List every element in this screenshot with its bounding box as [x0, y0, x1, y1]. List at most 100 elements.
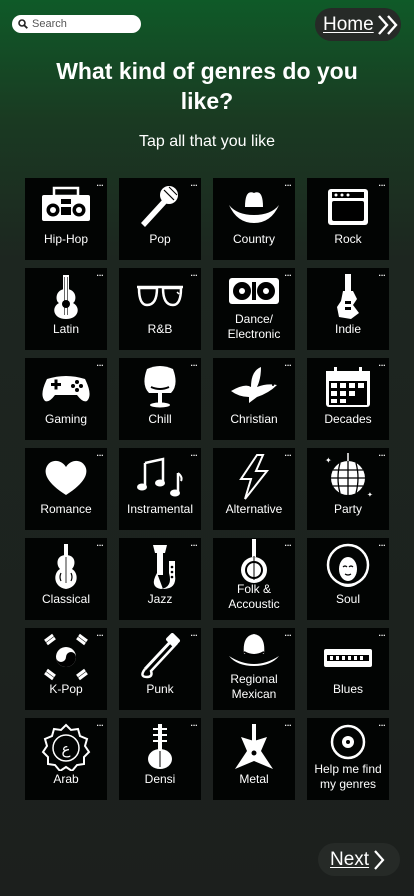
genre-tile-arab[interactable]: ... ع Arab: [25, 716, 107, 800]
more-options-icon[interactable]: ...: [96, 356, 104, 368]
genre-tile-hip-hop[interactable]: ... Hip-Hop: [25, 176, 107, 260]
boombox-icon: [39, 184, 93, 230]
genre-tile-regional-mexican[interactable]: ... Regional Mexican: [213, 626, 295, 710]
genre-label: Romance: [40, 502, 92, 516]
more-options-icon[interactable]: ...: [284, 176, 292, 188]
genre-tile-r-b[interactable]: ... R&B: [119, 266, 201, 350]
genre-tile-decades[interactable]: ... Decades: [307, 356, 389, 440]
genre-label: Chill: [148, 412, 172, 426]
more-options-icon[interactable]: ...: [378, 176, 386, 188]
svg-text:✦: ✦: [325, 456, 332, 465]
electric-guitar-icon: [321, 274, 375, 320]
genre-tile-indie[interactable]: ... Indie: [307, 266, 389, 350]
genre-tile-k-pop[interactable]: ... K-Pop: [25, 626, 107, 710]
genre-label: Alternative: [225, 502, 283, 516]
genre-label: Dance/ Electronic: [227, 312, 281, 341]
more-options-icon[interactable]: ...: [190, 626, 198, 638]
more-options-icon[interactable]: ...: [190, 356, 198, 368]
genre-tile-alternative[interactable]: ... Alternative: [213, 446, 295, 530]
more-options-icon[interactable]: ...: [284, 446, 292, 458]
saxophone-icon: [133, 544, 187, 590]
genre-label: Folk & Accoustic: [228, 582, 280, 611]
genre-tile-soul[interactable]: ... Soul: [307, 536, 389, 620]
genre-tile-metal[interactable]: ... Metal: [213, 716, 295, 800]
svg-text:ع: ع: [62, 740, 71, 758]
sombrero-icon: [227, 632, 281, 672]
more-options-icon[interactable]: ...: [378, 266, 386, 278]
genre-tile-blues[interactable]: ... Blues: [307, 626, 389, 710]
genre-tile-gaming[interactable]: ... Gaming: [25, 356, 107, 440]
more-options-icon[interactable]: ...: [378, 626, 386, 638]
more-options-icon[interactable]: ...: [96, 716, 104, 728]
genre-tile-instramental[interactable]: ... Instramental: [119, 446, 201, 530]
genre-label: Pop: [149, 232, 171, 246]
genre-label: Instramental: [126, 502, 194, 516]
search-input[interactable]: [32, 18, 132, 30]
genre-tile-party[interactable]: ... ✦ ✦ Party: [307, 446, 389, 530]
guitar-icon: [39, 274, 93, 320]
genre-label: Metal: [239, 772, 269, 786]
genre-label: Latin: [52, 322, 80, 336]
harmonica-icon: [321, 634, 375, 680]
sitar-icon: [133, 724, 187, 770]
more-options-icon[interactable]: ...: [96, 536, 104, 548]
genre-label: Arab: [53, 772, 79, 786]
genre-tile-densi[interactable]: ... Densi: [119, 716, 201, 800]
more-options-icon[interactable]: ...: [96, 266, 104, 278]
calendar-icon: [321, 364, 375, 410]
more-options-icon[interactable]: ...: [190, 716, 198, 728]
more-options-icon[interactable]: ...: [284, 536, 292, 548]
genre-label: Classical: [41, 592, 90, 606]
more-options-icon[interactable]: ...: [96, 176, 104, 188]
more-options-icon[interactable]: ...: [378, 536, 386, 548]
more-options-icon[interactable]: ...: [190, 176, 198, 188]
arabic-emblem-icon: ع: [39, 723, 93, 771]
more-options-icon[interactable]: ...: [284, 356, 292, 368]
genre-label: Gaming: [44, 412, 88, 426]
genre-label: Country: [232, 232, 276, 246]
genre-label: Christian: [230, 412, 278, 426]
genre-tile-chill[interactable]: ... Chill: [119, 356, 201, 440]
genre-tile-romance[interactable]: ... Romance: [25, 446, 107, 530]
microphone-icon: [133, 184, 187, 230]
genre-label: R&B: [147, 322, 173, 336]
genre-tile-folk-accoustic[interactable]: ... Folk & Accoustic: [213, 536, 295, 620]
genre-tile-country[interactable]: ... Country: [213, 176, 295, 260]
page-subtitle: Tap all that you like: [138, 133, 276, 150]
genre-tile-latin[interactable]: ... Latin: [25, 266, 107, 350]
more-options-icon[interactable]: ...: [284, 716, 292, 728]
next-button[interactable]: Next: [318, 843, 400, 876]
home-button-label: Home: [323, 13, 374, 35]
genre-label: Blues: [332, 682, 364, 696]
more-options-icon[interactable]: ...: [378, 716, 386, 728]
genre-grid: ... Hip-Hop... Pop... Country... Rock... Lati…: [25, 176, 389, 800]
genre-label: Jazz: [147, 592, 173, 606]
more-options-icon[interactable]: ...: [190, 446, 198, 458]
genre-tile-dance-electronic[interactable]: ... Dance/ Electronic: [213, 266, 295, 350]
genre-tile-rock[interactable]: ... Rock: [307, 176, 389, 260]
genre-tile-pop[interactable]: ... Pop: [119, 176, 201, 260]
genre-label: Indie: [334, 322, 362, 336]
more-options-icon[interactable]: ...: [284, 626, 292, 638]
next-button-label: Next: [330, 848, 370, 870]
heart-icon: [39, 454, 93, 500]
more-options-icon[interactable]: ...: [96, 626, 104, 638]
genre-tile-christian[interactable]: ... Christian: [213, 356, 295, 440]
more-options-icon[interactable]: ...: [378, 446, 386, 458]
genre-label: Regional Mexican: [230, 672, 278, 701]
genre-tile-help-me-find-my-genres[interactable]: ... Help me find my genres: [307, 716, 389, 800]
home-button[interactable]: Home: [315, 8, 401, 41]
more-options-icon[interactable]: ...: [190, 266, 198, 278]
genre-tile-punk[interactable]: ... Punk: [119, 626, 201, 710]
afro-face-icon: [321, 543, 375, 590]
search-icon: [18, 19, 28, 29]
more-options-icon[interactable]: ...: [96, 446, 104, 458]
more-options-icon[interactable]: ...: [190, 536, 198, 548]
genre-tile-jazz[interactable]: ... Jazz: [119, 536, 201, 620]
genre-tile-classical[interactable]: ... Classical: [25, 536, 107, 620]
search-bar[interactable]: [12, 15, 141, 33]
more-options-icon[interactable]: ...: [378, 356, 386, 368]
genre-label: Rock: [334, 232, 362, 246]
turntable-icon: [227, 272, 281, 312]
more-options-icon[interactable]: ...: [284, 266, 292, 278]
